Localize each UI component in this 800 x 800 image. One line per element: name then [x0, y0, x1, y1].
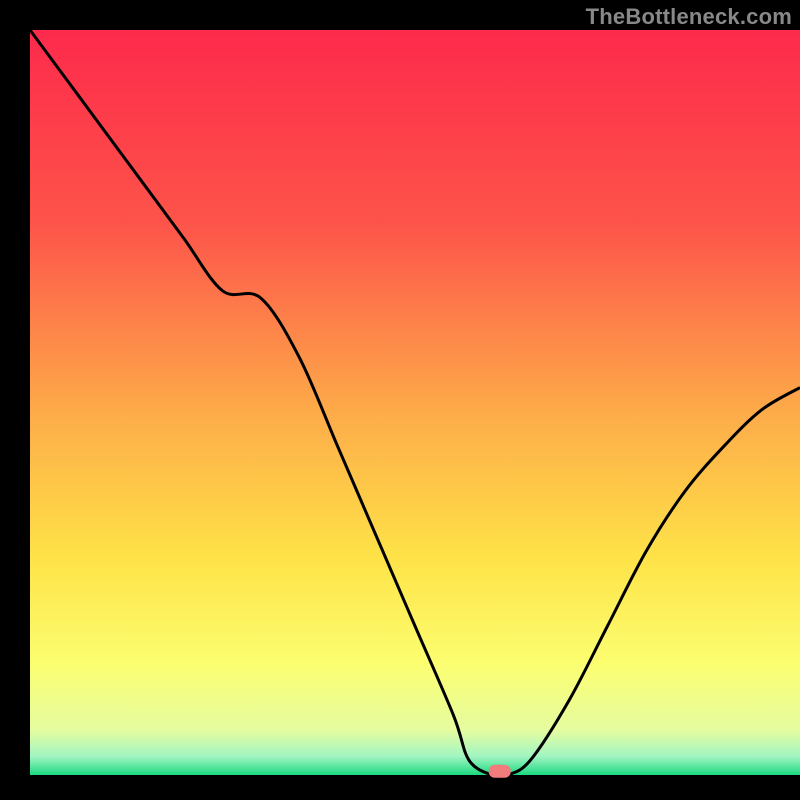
chart-container: TheBottleneck.com: [0, 0, 800, 800]
watermark: TheBottleneck.com: [586, 4, 792, 30]
bottleneck-chart: [0, 0, 800, 800]
optimal-marker: [489, 765, 511, 778]
chart-background: [30, 30, 800, 775]
